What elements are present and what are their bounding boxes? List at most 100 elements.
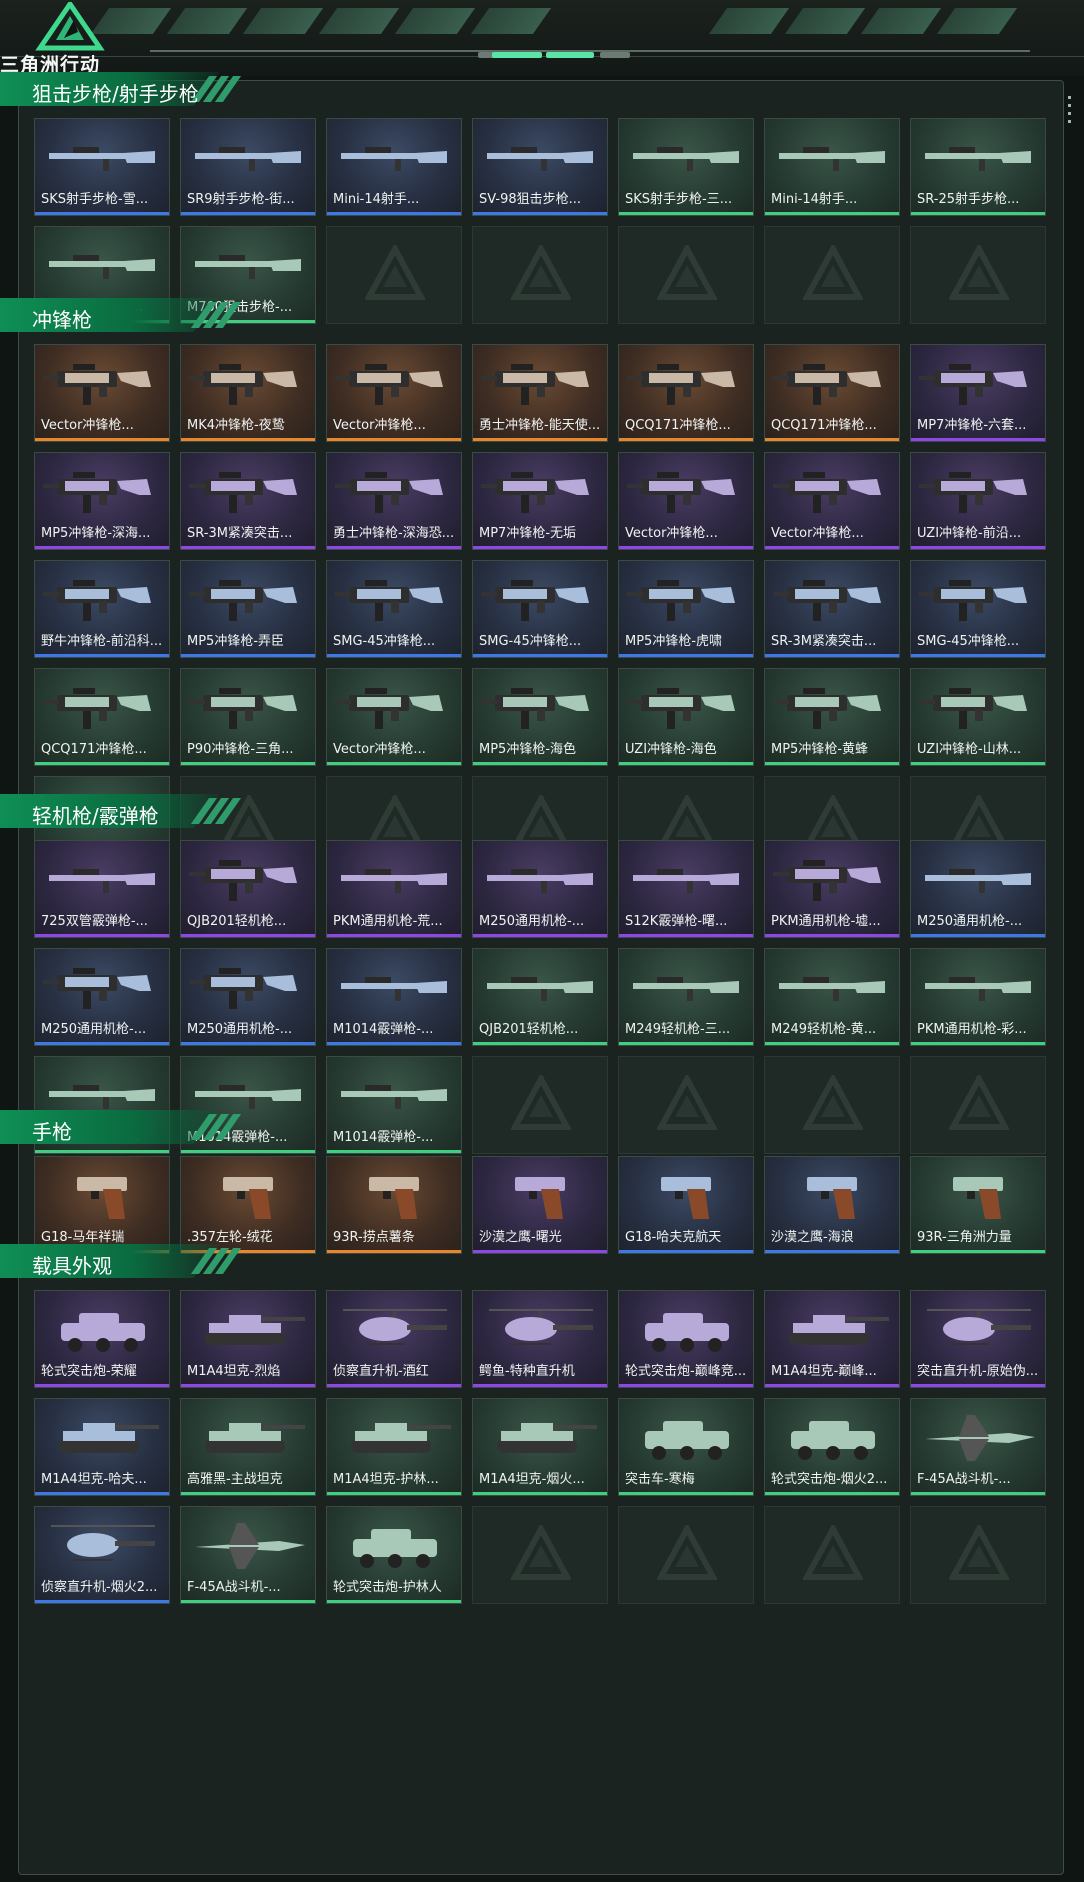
collection-item[interactable]: 轮式突击炮-护林人: [326, 1506, 462, 1604]
collection-item[interactable]: SMG-45冲锋枪...: [910, 560, 1046, 658]
item-label: G18-哈夫克航天: [625, 1230, 722, 1245]
collection-item[interactable]: MP7冲锋枪-无垢: [472, 452, 608, 550]
rarity-bar: [473, 762, 607, 765]
collection-item[interactable]: UZI冲锋枪-海色: [618, 668, 754, 766]
collection-item[interactable]: UZI冲锋枪-山林...: [910, 668, 1046, 766]
rarity-bar: [35, 934, 169, 937]
collection-item[interactable]: M250通用机枪-...: [910, 840, 1046, 938]
collection-item[interactable]: SKS射手步枪-雪...: [34, 118, 170, 216]
collection-item[interactable]: F-45A战斗机-...: [180, 1506, 316, 1604]
collection-item[interactable]: 沙漠之鹰-曙光: [472, 1156, 608, 1254]
collection-item[interactable]: MP5冲锋枪-海色: [472, 668, 608, 766]
collection-item[interactable]: 侦察直升机-酒红: [326, 1290, 462, 1388]
collection-item[interactable]: Vector冲锋枪...: [618, 452, 754, 550]
smg-icon: [919, 472, 1027, 513]
collection-item[interactable]: M250通用机枪-...: [180, 948, 316, 1046]
collection-item[interactable]: M1A4坦克-护林...: [326, 1398, 462, 1496]
collection-item[interactable]: 勇士冲锋枪-深海恐...: [326, 452, 462, 550]
collection-item[interactable]: Vector冲锋枪...: [326, 668, 462, 766]
collection-item[interactable]: M249轻机枪-三...: [618, 948, 754, 1046]
item-label: PKM通用机枪-彩...: [917, 1022, 1027, 1037]
collection-item[interactable]: M1014霰弹枪-...: [326, 1056, 462, 1154]
collection-item[interactable]: G18-哈夫克航天: [618, 1156, 754, 1254]
collection-item[interactable]: PKM通用机枪-荒...: [326, 840, 462, 938]
collection-item[interactable]: QJB201轻机枪...: [472, 948, 608, 1046]
collection-item[interactable]: QCQ171冲锋枪...: [34, 668, 170, 766]
scroll-indicator[interactable]: [1068, 96, 1072, 128]
collection-item[interactable]: SR-3M紧凑突击...: [180, 452, 316, 550]
rarity-bar: [327, 212, 461, 215]
collection-item[interactable]: QCQ171冲锋枪...: [764, 344, 900, 442]
collection-item[interactable]: Vector冲锋枪...: [326, 344, 462, 442]
collection-item[interactable]: QCQ171冲锋枪...: [618, 344, 754, 442]
item-label: SV-98狙击步枪...: [479, 192, 582, 207]
collection-item[interactable]: SR-3M紧凑突击...: [764, 560, 900, 658]
collection-item[interactable]: PKM通用机枪-墟...: [764, 840, 900, 938]
rarity-bar: [765, 1492, 899, 1495]
item-label: F-45A战斗机-...: [917, 1472, 1011, 1487]
collection-item[interactable]: MP5冲锋枪-弄臣: [180, 560, 316, 658]
collection-item[interactable]: 93R-捞点薯条: [326, 1156, 462, 1254]
collection-item[interactable]: SV-98狙击步枪...: [472, 118, 608, 216]
collection-item[interactable]: 勇士冲锋枪-能天使...: [472, 344, 608, 442]
collection-item[interactable]: 侦察直升机-烟火2...: [34, 1506, 170, 1604]
collection-item[interactable]: UZI冲锋枪-前沿...: [910, 452, 1046, 550]
collection-item[interactable]: SMG-45冲锋枪...: [326, 560, 462, 658]
collection-item[interactable]: M250通用机枪-...: [472, 840, 608, 938]
rarity-bar: [473, 1042, 607, 1045]
collection-item[interactable]: S12K霰弹枪-曙...: [618, 840, 754, 938]
collection-item[interactable]: .357左轮-绒花: [180, 1156, 316, 1254]
collection-item[interactable]: 鳄鱼-特种直升机: [472, 1290, 608, 1388]
rarity-bar: [35, 654, 169, 657]
collection-item[interactable]: 轮式突击炮-荣耀: [34, 1290, 170, 1388]
collection-item[interactable]: MP7冲锋枪-六套...: [910, 344, 1046, 442]
header-stripes-right: [708, 8, 1018, 34]
collection-item[interactable]: 725双管霰弹枪-...: [34, 840, 170, 938]
collection-item[interactable]: 轮式突击炮-巅峰竞...: [618, 1290, 754, 1388]
rifle-icon: [49, 869, 155, 893]
collection-item[interactable]: Mini-14射手...: [326, 118, 462, 216]
heli-icon: [51, 1525, 155, 1561]
collection-item[interactable]: SR9射手步枪-街...: [180, 118, 316, 216]
collection-item[interactable]: PKM通用机枪-彩...: [910, 948, 1046, 1046]
collection-item[interactable]: 沙漠之鹰-海浪: [764, 1156, 900, 1254]
smg-icon: [773, 580, 881, 621]
pistol-icon: [515, 1177, 565, 1219]
collection-item[interactable]: 93R-三角洲力量: [910, 1156, 1046, 1254]
collection-item[interactable]: 突击直升机-原始伪...: [910, 1290, 1046, 1388]
collection-item[interactable]: 高雅黑-主战坦克: [180, 1398, 316, 1496]
rifle-icon: [633, 977, 739, 1001]
collection-item[interactable]: Vector冲锋枪...: [764, 452, 900, 550]
collection-item[interactable]: M1A4坦克-巅峰...: [764, 1290, 900, 1388]
collection-item[interactable]: Vector冲锋枪...: [34, 344, 170, 442]
item-label: 93R-三角洲力量: [917, 1230, 1012, 1245]
collection-item[interactable]: M1A4坦克-烟火...: [472, 1398, 608, 1496]
collection-item[interactable]: QJB201轻机枪...: [180, 840, 316, 938]
collection-item[interactable]: SMG-45冲锋枪...: [472, 560, 608, 658]
smg-icon: [189, 472, 297, 513]
collection-item[interactable]: 轮式突击炮-烟火2...: [764, 1398, 900, 1496]
tank-icon: [351, 1423, 451, 1453]
collection-item[interactable]: P90冲锋枪-三角...: [180, 668, 316, 766]
collection-item[interactable]: M249轻机枪-黄...: [764, 948, 900, 1046]
collection-item[interactable]: F-45A战斗机-...: [910, 1398, 1046, 1496]
collection-item[interactable]: M250通用机枪-...: [34, 948, 170, 1046]
rarity-bar: [911, 1492, 1045, 1495]
collection-item[interactable]: 突击车-寒梅: [618, 1398, 754, 1496]
smg-icon: [335, 688, 443, 729]
collection-item[interactable]: MP5冲锋枪-黄蜂: [764, 668, 900, 766]
collection-item[interactable]: Mini-14射手...: [764, 118, 900, 216]
collection-item[interactable]: 野牛冲锋枪-前沿科...: [34, 560, 170, 658]
collection-item[interactable]: SKS射手步枪-三...: [618, 118, 754, 216]
collection-item[interactable]: MP5冲锋枪-虎啸: [618, 560, 754, 658]
collection-item[interactable]: MK4冲锋枪-夜鸷: [180, 344, 316, 442]
collection-item[interactable]: M1A4坦克-哈夫...: [34, 1398, 170, 1496]
rarity-bar: [765, 654, 899, 657]
collection-item[interactable]: M1A4坦克-烈焰: [180, 1290, 316, 1388]
collection-item[interactable]: MP5冲锋枪-深海...: [34, 452, 170, 550]
item-label: M1014霰弹枪-...: [333, 1130, 434, 1145]
collection-item[interactable]: SR-25射手步枪...: [910, 118, 1046, 216]
collection-item[interactable]: M1014霰弹枪-...: [326, 948, 462, 1046]
rarity-bar: [765, 934, 899, 937]
collection-item[interactable]: G18-马年祥瑞: [34, 1156, 170, 1254]
